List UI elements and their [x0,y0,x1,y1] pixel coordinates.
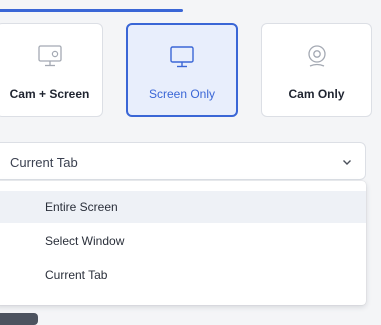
webcam-icon [305,44,329,75]
option-label: Entire Screen [45,200,118,214]
option-current-tab[interactable]: Current Tab [0,259,366,291]
mode-cam-screen-button[interactable]: Cam + Screen [0,23,103,117]
mode-label: Cam + Screen [9,87,90,101]
option-entire-screen[interactable]: Entire Screen [0,191,366,223]
cam-screen-icon [37,44,63,73]
progress-bar [0,9,183,12]
monitor-icon [169,45,195,74]
option-label: Current Tab [45,268,108,282]
mode-screen-only-button[interactable]: Screen Only [126,23,238,117]
mode-label: Cam Only [288,87,345,101]
dark-control [0,313,38,325]
source-dropdown-menu: Entire Screen Select Window Current Tab [0,181,366,305]
mode-label: Screen Only [148,87,216,101]
select-value: Current Tab [10,155,78,170]
option-label: Select Window [45,234,125,248]
option-select-window[interactable]: Select Window [0,225,366,257]
mode-cam-only-button[interactable]: Cam Only [261,23,372,117]
chevron-down-icon [341,155,353,173]
source-select[interactable]: Current Tab [0,142,366,180]
